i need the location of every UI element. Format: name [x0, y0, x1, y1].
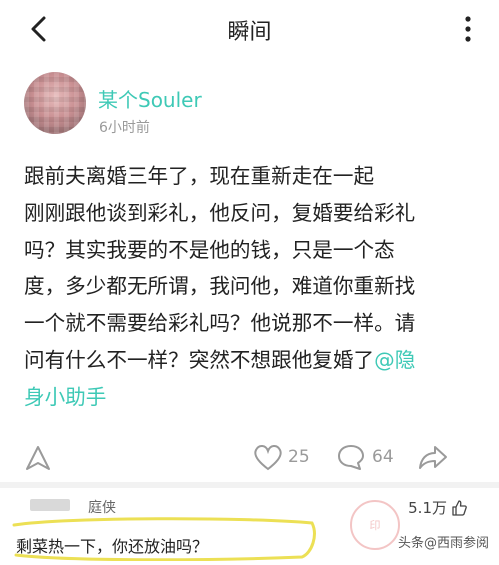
post-line: 吗？其实我要的不是他的钱，只是一个态 — [24, 237, 395, 262]
like-button[interactable]: 25 — [252, 440, 310, 474]
comment-icon — [338, 445, 364, 470]
commenter-avatar-blur — [30, 499, 70, 511]
forward-button[interactable] — [418, 440, 448, 474]
source-watermark: 头条@西雨参阅 — [397, 536, 489, 551]
divider — [0, 482, 499, 488]
post-line: 身小助手 — [24, 379, 480, 416]
post-time: 6小时前 — [99, 120, 150, 136]
comment-likes[interactable]: 5.1万 — [408, 497, 467, 518]
mention-link-cont[interactable]: 身小助手 — [24, 385, 106, 409]
comment-text: 剩菜热一下，你还放油吗？ — [16, 537, 209, 556]
post-line: 问有什么不一样？突然不想跟他复婚了@隐 — [24, 342, 480, 379]
post-text: 跟前夫离婚三年了，现在重新走在一起 刚刚跟他谈到彩礼，他反问，复婚要给彩礼 吗？… — [24, 158, 480, 416]
thumbs-up-icon — [452, 499, 467, 516]
post-line-text: 问有什么不一样？突然不想跟他复婚了 — [24, 347, 375, 372]
commenter-name[interactable]: 庭侠 — [88, 497, 116, 517]
action-bar: 25 64 — [0, 440, 499, 476]
comment-like-count: 5.1万 — [408, 499, 447, 517]
like-count: 25 — [288, 447, 310, 467]
more-vertical-icon — [465, 16, 471, 42]
mention-link[interactable]: @隐 — [374, 348, 415, 372]
comment-button[interactable]: 64 — [336, 440, 394, 474]
username[interactable]: 某个Souler — [98, 84, 202, 113]
post-line: 刚刚跟他谈到彩礼，他反问，复婚要给彩礼 — [24, 200, 416, 225]
post-line: 一个就不需要给彩礼吗？他说那不一样。请 — [24, 311, 416, 336]
top-bar: 瞬间 — [0, 0, 499, 58]
more-button[interactable] — [461, 14, 475, 44]
share-icon — [26, 446, 50, 470]
avatar[interactable] — [24, 72, 86, 134]
post-line: 跟前夫离婚三年了，现在重新走在一起 — [24, 164, 375, 188]
forward-icon — [419, 446, 447, 469]
share-button[interactable] — [24, 440, 52, 474]
stamp-watermark: 印 — [350, 500, 400, 550]
heart-icon — [254, 445, 282, 471]
post-line: 度，多少都无所谓，我问他，难道你重新找 — [24, 274, 416, 299]
page-title: 瞬间 — [227, 20, 272, 45]
comment-count: 64 — [372, 447, 394, 467]
